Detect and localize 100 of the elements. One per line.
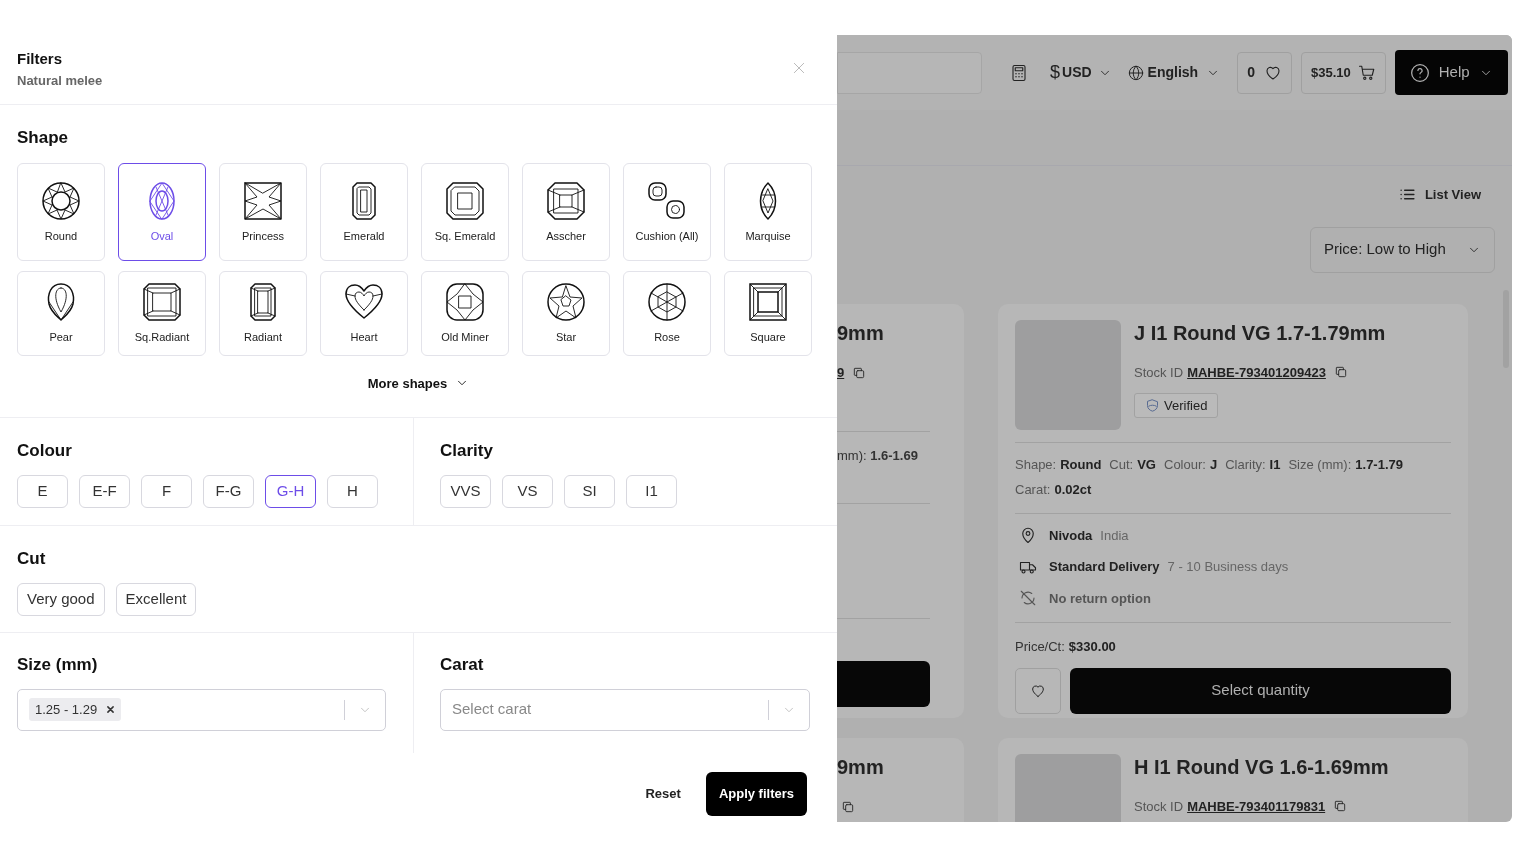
filter-chip[interactable]: I1	[626, 474, 677, 508]
cart-button[interactable]: $35.10	[1300, 51, 1386, 94]
filter-chip[interactable]: E-F	[79, 474, 130, 508]
diamond-old-miner-icon	[445, 282, 485, 322]
section-title: Size (mm)	[17, 654, 99, 676]
language-button[interactable]: English	[1127, 62, 1221, 83]
shape-option[interactable]: Square	[724, 270, 812, 356]
shape-option[interactable]: Rose	[623, 270, 711, 356]
return-policy: No return option	[1049, 589, 1151, 608]
drawer-title: Filters	[17, 50, 63, 68]
spec-label: Shape:	[1015, 455, 1057, 474]
list-view-button[interactable]: List View	[1398, 185, 1481, 205]
globe-icon	[1127, 64, 1144, 81]
verified-badge: Verified	[1134, 393, 1219, 418]
apply-filters-button[interactable]: Apply filters	[705, 772, 807, 816]
stock-id-link[interactable]: MAHBE-793401209423	[1187, 362, 1326, 382]
spec-value: 0.02ct	[1054, 481, 1092, 499]
spec-value: Round	[1060, 455, 1102, 474]
cart-icon	[1357, 63, 1376, 82]
size-select[interactable]: 1.25 - 1.29	[17, 688, 386, 731]
filter-chip[interactable]: H	[327, 474, 378, 508]
shape-option[interactable]: Princess	[219, 162, 307, 261]
filter-chip[interactable]: Excellent	[115, 582, 197, 616]
product-title: 9mm	[837, 320, 885, 345]
shape-option[interactable]: Sq.Radiant	[118, 270, 206, 356]
selected-tag: 1.25 - 1.29	[29, 698, 122, 721]
price-label: Price/Ct:	[1015, 638, 1065, 656]
favorite-button[interactable]	[1015, 667, 1061, 714]
shape-option[interactable]: Heart	[320, 270, 408, 356]
filter-chip[interactable]: SI	[564, 474, 615, 508]
copy-icon	[841, 799, 855, 814]
stock-id-link[interactable]: 9	[837, 362, 845, 383]
shape-option[interactable]: Oval	[118, 162, 206, 261]
filter-chip[interactable]: E	[17, 474, 68, 508]
product-title: 9mm	[837, 754, 885, 779]
more-shapes-button[interactable]: More shapes	[367, 373, 470, 393]
location-pin-icon	[1019, 526, 1037, 545]
section-title: Colour	[17, 440, 73, 462]
diamond-star-icon	[546, 282, 586, 322]
section-title: Cut	[17, 548, 47, 570]
reset-button[interactable]: Reset	[645, 784, 681, 804]
copy-icon	[1333, 799, 1348, 814]
stock-id-label: Stock ID	[1134, 363, 1184, 382]
select-quantity-button[interactable]	[837, 661, 930, 707]
shape-option[interactable]: Sq. Emerald	[421, 162, 509, 261]
filter-chip[interactable]: Very good	[17, 582, 105, 616]
shape-option[interactable]: Asscher	[522, 162, 610, 261]
shape-option[interactable]: Pear	[17, 270, 105, 356]
copy-icon	[1333, 365, 1348, 380]
shape-option[interactable]: Cushion (All)	[623, 162, 711, 261]
shape-option[interactable]: Emerald	[320, 162, 408, 261]
diamond-sq-radiant-icon	[142, 282, 182, 322]
seller-country: India	[1100, 526, 1129, 545]
diamond-heart-icon	[344, 282, 384, 322]
section-title: Carat	[440, 654, 485, 676]
currency-button[interactable]: $USD	[1050, 59, 1112, 86]
diamond-sq-emerald-icon	[445, 180, 485, 221]
diamond-asscher-icon	[546, 180, 586, 221]
select-quantity-button[interactable]: Select quantity	[1070, 667, 1451, 714]
diamond-square-icon	[748, 282, 788, 322]
spec-value: I1	[1269, 455, 1281, 474]
stock-id-link[interactable]: MAHBE-793401179831	[1187, 796, 1326, 816]
spec-label: Carat:	[1015, 481, 1051, 499]
shape-option[interactable]: Radiant	[219, 270, 307, 356]
diamond-princess-icon	[243, 180, 283, 221]
filter-chip[interactable]: F	[141, 474, 192, 508]
close-icon	[791, 60, 807, 76]
carat-select[interactable]: Select carat	[440, 688, 810, 731]
wishlist-button[interactable]: 0	[1237, 51, 1292, 94]
remove-icon	[106, 705, 116, 714]
product-specs: mm): 1.6-1.69	[837, 446, 919, 465]
shape-option[interactable]: Round	[17, 162, 105, 261]
calculator-button[interactable]	[1010, 63, 1028, 82]
filter-chip[interactable]: G-H	[265, 474, 316, 508]
shape-option[interactable]: Marquise	[724, 162, 812, 261]
delivery-method: Standard Delivery	[1049, 558, 1160, 576]
price-value: $330.00	[1068, 638, 1116, 656]
shield-icon	[1145, 398, 1160, 413]
section-title: Shape	[17, 127, 70, 149]
shape-option[interactable]: Star	[522, 270, 610, 356]
help-icon	[1409, 62, 1430, 83]
spec-label: Cut:	[1109, 455, 1134, 474]
delivery-time: 7 - 10 Business days	[1167, 558, 1289, 576]
seller-name: Nivoda	[1049, 526, 1093, 545]
filter-chip[interactable]: F-G	[203, 474, 254, 508]
heart-icon	[1030, 682, 1046, 699]
search-field[interactable]	[837, 51, 982, 94]
filter-chip[interactable]: VVS	[440, 474, 491, 508]
filter-chip[interactable]: VS	[502, 474, 553, 508]
shape-option[interactable]: Old Miner	[421, 270, 509, 356]
help-button[interactable]: Help	[1394, 50, 1508, 95]
spec-value: VG	[1137, 455, 1156, 474]
spec-label: Colour:	[1164, 455, 1206, 474]
spec-value: 1.7-1.79	[1355, 455, 1403, 474]
drawer-subtitle: Natural melee	[17, 72, 103, 90]
product-title: H I1 Round VG 1.6-1.69mm	[1134, 754, 1389, 779]
spec-value: J	[1209, 455, 1218, 474]
close-button[interactable]	[791, 60, 807, 76]
sort-dropdown[interactable]: Price: Low to High	[1310, 226, 1495, 273]
section-title: Clarity	[440, 440, 494, 462]
